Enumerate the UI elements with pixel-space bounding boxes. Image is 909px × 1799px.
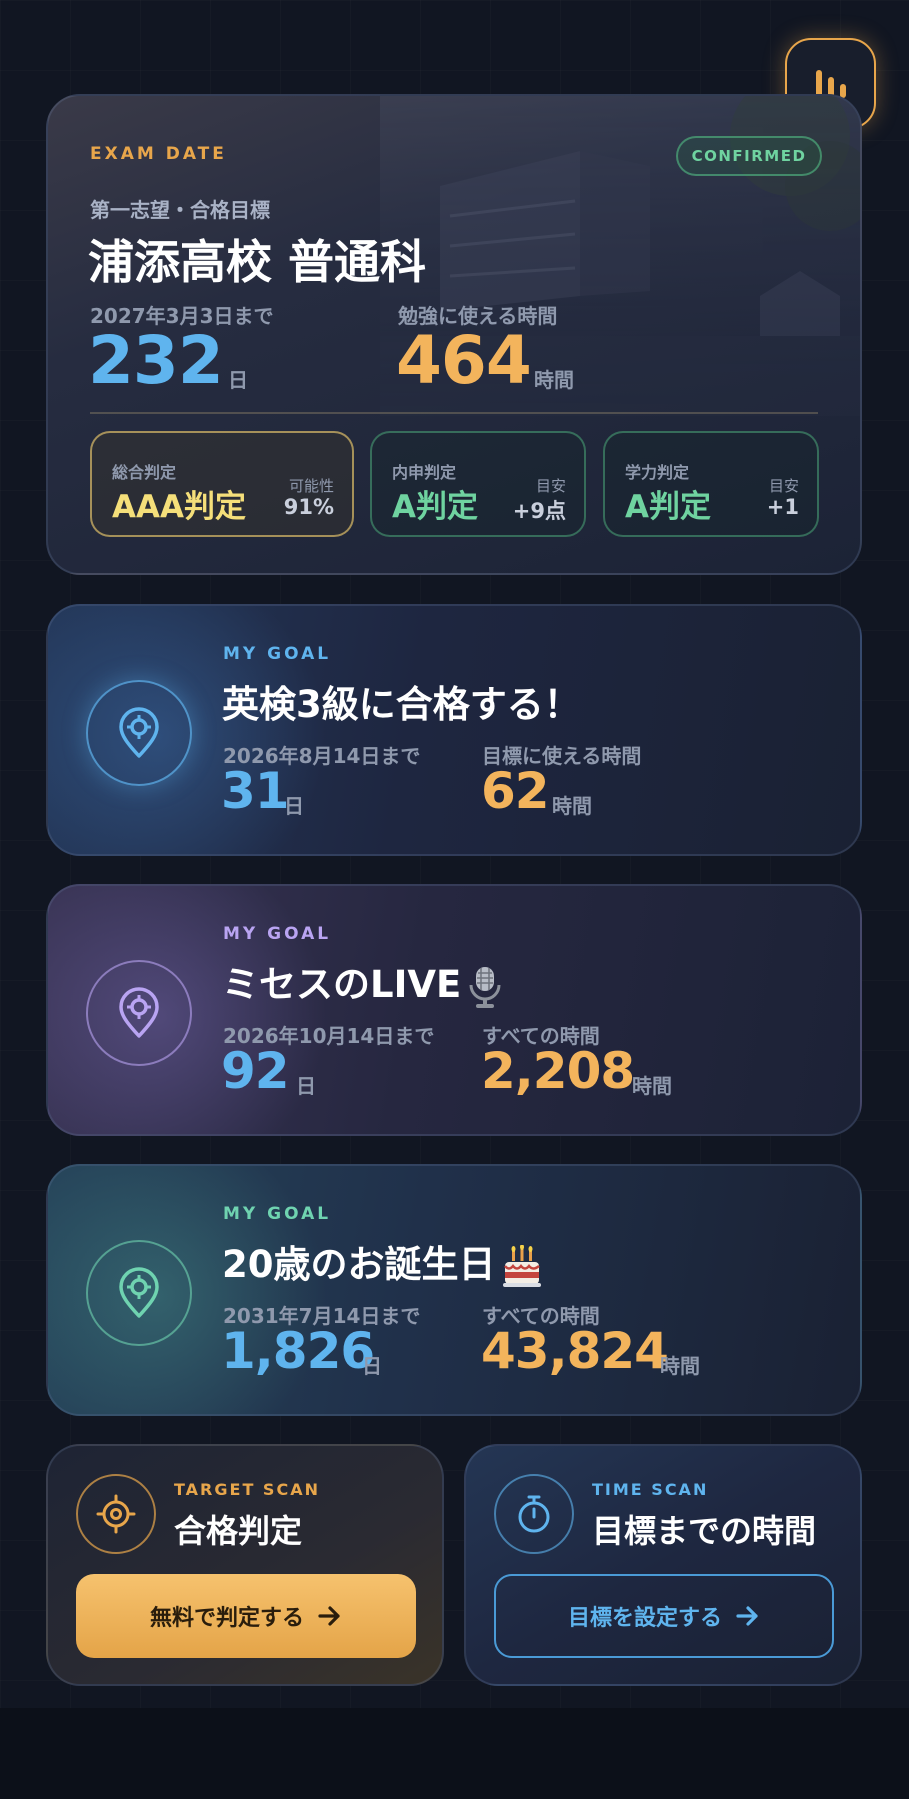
goal-hours-unit: 時間 bbox=[632, 1074, 672, 1098]
goal-hours: 62 bbox=[481, 762, 550, 820]
judgement-sub-value: +9点 bbox=[512, 499, 566, 523]
target-sub-label: 第一志望・合格目標 bbox=[90, 198, 270, 222]
naishin-judgement[interactable]: 内申判定 A判定 目安 +9点 bbox=[370, 431, 586, 537]
goal-title: 英検3級に合格する！ bbox=[222, 683, 581, 726]
days-unit: 日 bbox=[228, 368, 248, 392]
goal-caps-label: MY GOAL bbox=[223, 924, 332, 944]
location-pin-icon bbox=[119, 987, 159, 1038]
judgement-label: 学力判定 bbox=[625, 463, 690, 482]
goal-card[interactable]: MY GOAL ミセスのLIVE 2026年10月14日まで 92 日 すべての… bbox=[46, 884, 862, 1136]
arrow-right-icon bbox=[736, 1606, 758, 1626]
hours-remaining: 464 bbox=[396, 322, 532, 399]
goal-card[interactable]: MY GOAL 20歳のお誕生日 2031年7月14日まで 1,826 日 すべ… bbox=[46, 1164, 862, 1416]
bottom-area bbox=[0, 1708, 909, 1799]
goal-hours-unit: 時間 bbox=[552, 794, 592, 818]
scan-title: 合格判定 bbox=[174, 1512, 303, 1550]
time-scan-card[interactable]: TIME SCAN 目標までの時間 目標を設定する bbox=[464, 1444, 862, 1686]
scan-caps-label: TIME SCAN bbox=[592, 1480, 709, 1499]
goal-pin-icon bbox=[86, 1240, 192, 1346]
goal-title-text: ミセスのLIVE bbox=[222, 963, 462, 1006]
location-pin-icon bbox=[119, 707, 159, 758]
location-pin-icon bbox=[119, 1267, 159, 1318]
goal-hours: 43,824 bbox=[481, 1322, 669, 1380]
goal-caps-label: MY GOAL bbox=[223, 644, 332, 664]
birthday-cake-icon bbox=[502, 1243, 541, 1287]
exam-date-label: EXAM DATE bbox=[90, 144, 227, 164]
goal-days: 1,826 bbox=[221, 1322, 375, 1380]
judgement-value: A判定 bbox=[392, 489, 478, 525]
judgement-sub-label: 目安 bbox=[535, 477, 566, 495]
crosshair-icon bbox=[96, 1494, 136, 1534]
goal-days-unit: 日 bbox=[284, 794, 304, 818]
overall-judgement[interactable]: 総合判定 AAA判定 可能性 91% bbox=[90, 431, 354, 537]
scan-caps-label: TARGET SCAN bbox=[174, 1480, 320, 1499]
microphone-icon bbox=[469, 966, 501, 1008]
goal-days-unit: 日 bbox=[296, 1074, 316, 1098]
academic-judgement[interactable]: 学力判定 A判定 目安 +1 bbox=[603, 431, 819, 537]
school-title: 浦添高校 普通科 bbox=[88, 235, 427, 289]
goal-days: 31 bbox=[221, 762, 290, 820]
judgement-sub-value: 91% bbox=[283, 495, 334, 519]
goal-pin-icon bbox=[86, 680, 192, 786]
goal-days: 92 bbox=[221, 1042, 290, 1100]
button-label: 目標を設定する bbox=[567, 1606, 722, 1631]
target-scan-card[interactable]: TARGET SCAN 合格判定 無料で判定する bbox=[46, 1444, 444, 1686]
goal-pin-icon bbox=[86, 960, 192, 1066]
goal-title: 20歳のお誕生日 bbox=[222, 1234, 544, 1289]
status-badge: CONFIRMED bbox=[676, 136, 822, 176]
divider bbox=[90, 412, 818, 414]
set-goal-button[interactable]: 目標を設定する bbox=[494, 1574, 834, 1658]
goal-hours: 2,208 bbox=[481, 1042, 635, 1100]
judgement-sub-value: +1 bbox=[766, 495, 799, 519]
judgement-value: AAA判定 bbox=[112, 489, 246, 525]
judgement-sub-label: 目安 bbox=[768, 477, 799, 495]
goal-card[interactable]: MY GOAL 英検3級に合格する！ 2026年8月14日まで 31 日 目標に… bbox=[46, 604, 862, 856]
judgement-label: 総合判定 bbox=[112, 463, 177, 482]
exam-card[interactable]: EXAM DATE CONFIRMED 第一志望・合格目標 浦添高校 普通科 2… bbox=[46, 94, 862, 575]
days-remaining: 232 bbox=[88, 322, 224, 399]
stopwatch-icon bbox=[494, 1474, 574, 1554]
hours-unit: 時間 bbox=[534, 368, 574, 392]
arrow-right-icon bbox=[318, 1606, 340, 1626]
goal-days-unit: 日 bbox=[362, 1354, 382, 1378]
judgement-label: 内申判定 bbox=[392, 463, 457, 482]
goal-caps-label: MY GOAL bbox=[223, 1204, 332, 1224]
goal-title-text: 20歳のお誕生日 bbox=[222, 1243, 496, 1286]
timer-icon bbox=[518, 1495, 550, 1533]
free-judge-button[interactable]: 無料で判定する bbox=[76, 1574, 416, 1658]
button-label: 無料で判定する bbox=[149, 1606, 304, 1631]
goal-hours-unit: 時間 bbox=[660, 1354, 700, 1378]
target-icon bbox=[76, 1474, 156, 1554]
goal-title: ミセスのLIVE bbox=[222, 954, 505, 1009]
judgement-value: A判定 bbox=[625, 489, 711, 525]
judgement-sub-label: 可能性 bbox=[288, 477, 334, 495]
scan-title: 目標までの時間 bbox=[592, 1512, 817, 1550]
